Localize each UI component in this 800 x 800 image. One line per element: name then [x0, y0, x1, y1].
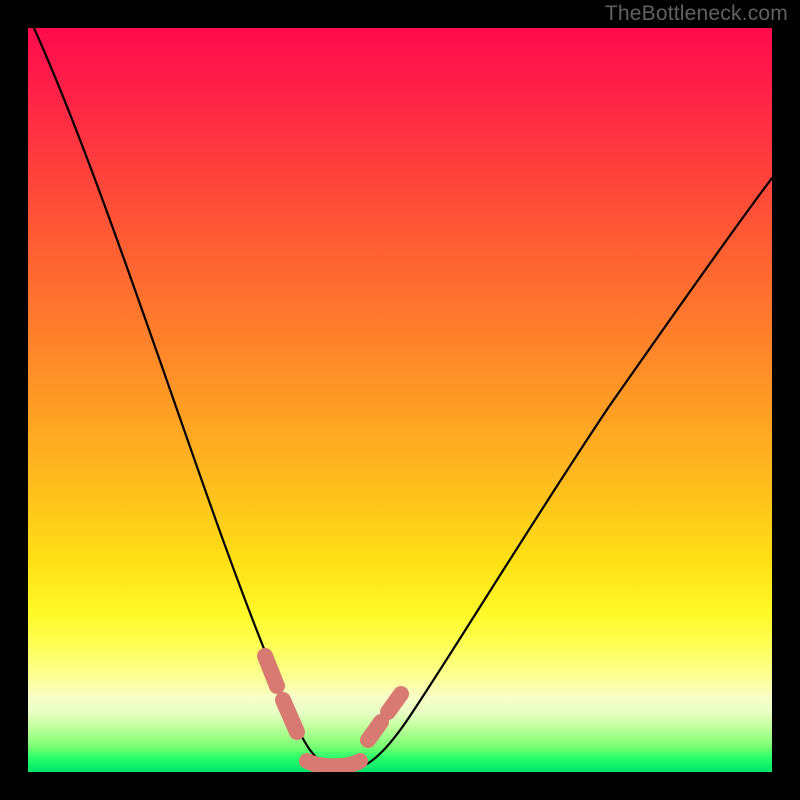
highlight-worm-left: [265, 656, 297, 732]
plot-area: [28, 28, 772, 772]
bottleneck-curve: [34, 28, 772, 768]
curve-layer: [28, 28, 772, 772]
chart-stage: TheBottleneck.com: [0, 0, 800, 800]
highlight-worm-bottom: [307, 761, 360, 766]
watermark-text: TheBottleneck.com: [605, 2, 788, 26]
highlight-worm-right: [368, 694, 401, 740]
